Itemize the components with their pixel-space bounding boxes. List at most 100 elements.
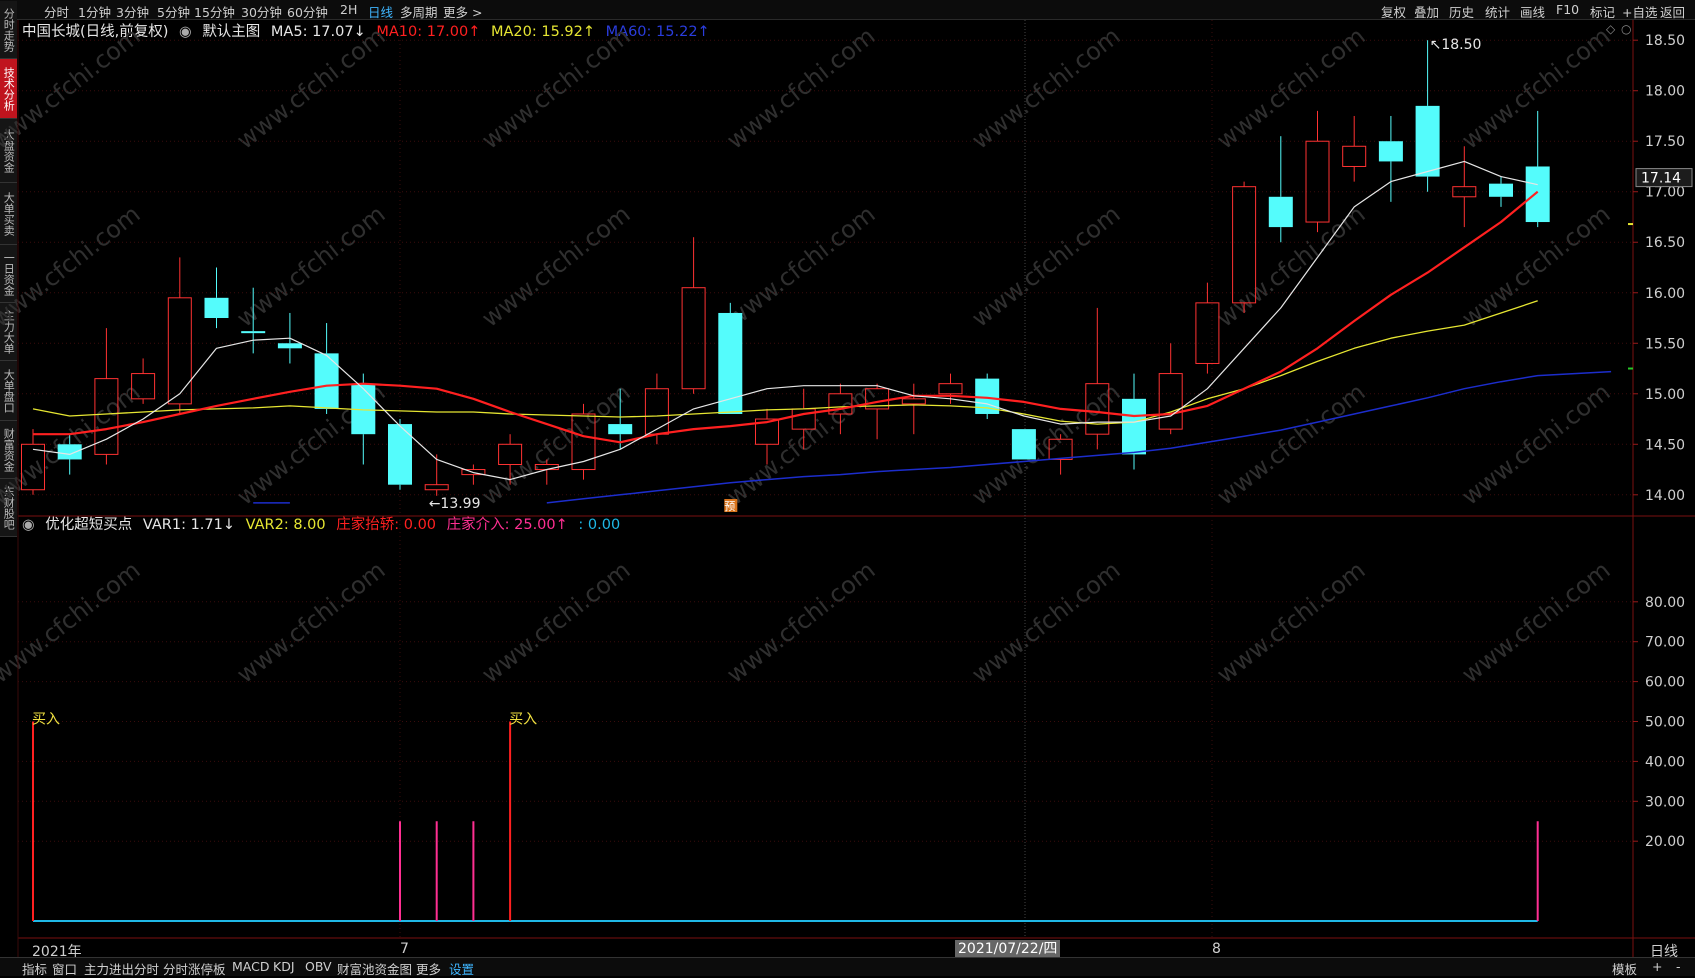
candle-body-down (1415, 105, 1440, 177)
watermark-text: www.cfchi.com (721, 378, 880, 511)
watermark-text: www.cfchi.com (476, 200, 635, 333)
indicator-tab-4[interactable]: MACD (232, 959, 269, 974)
indicator-tab-3[interactable]: 分时涨停板 (163, 959, 226, 978)
candle-body-down (1268, 196, 1293, 228)
candle-body-down (1122, 398, 1146, 455)
bottom-right-item-2[interactable]: - (1676, 959, 1681, 974)
indicator-tab-8[interactable]: 更多 (416, 959, 441, 978)
pre-marker-label: 预 (724, 500, 735, 513)
candle (901, 383, 926, 435)
candle (1195, 282, 1220, 374)
candle-body-down (608, 424, 633, 435)
candle-body-down (1011, 429, 1036, 460)
candle (167, 257, 192, 414)
candle (718, 302, 743, 414)
chart-canvas[interactable]: www.cfchi.com www.cfchi.com www.cfchi.com w… (0, 0, 1695, 975)
candle (1525, 110, 1550, 228)
buy-signal-label: 买入 (509, 712, 537, 728)
buy-signal-label: 买入 (32, 712, 60, 728)
candle-body-up (424, 484, 449, 491)
candle-body-up (644, 388, 669, 435)
price-tick-label: 14.50 (1645, 437, 1685, 453)
watermark-text: www.cfchi.com (0, 556, 145, 689)
indicator-tick-label: 30.00 (1645, 794, 1685, 810)
candle-body-up (167, 297, 192, 405)
candle-body-down (1378, 141, 1403, 162)
candle (1305, 110, 1330, 233)
cursor-date: 2021/07/22/四 (955, 940, 1061, 958)
candle (1268, 136, 1293, 243)
candle-body-down (1525, 166, 1550, 223)
candle-body-up (1158, 373, 1183, 430)
candle-body-down (57, 444, 82, 460)
watermark-text: www.cfchi.com (0, 200, 145, 333)
watermark-text: www.cfchi.com (231, 22, 390, 155)
date-month-7: 7 (400, 941, 409, 957)
watermark-layer: www.cfchi.com www.cfchi.com www.cfchi.com w… (0, 22, 1615, 689)
indicator-tick-label: 60.00 (1645, 675, 1685, 691)
indicator-pane: 买入 买入 (32, 712, 1539, 922)
price-tick-label: 18.50 (1645, 33, 1685, 49)
candle (351, 373, 376, 465)
candle-body-down (1489, 183, 1513, 197)
watermark-text: www.cfchi.com (721, 200, 880, 333)
candle-body-up (681, 287, 706, 390)
indicator-tab-9[interactable]: 设置 (449, 959, 474, 978)
watermark-text: www.cfchi.com (966, 556, 1125, 689)
price-tick-label: 17.00 (1645, 185, 1685, 201)
watermark-text: www.cfchi.com (0, 22, 145, 155)
indicator-tab-1[interactable]: 窗口 (52, 959, 77, 978)
price-tick-label: 15.00 (1645, 387, 1685, 403)
watermark-text: www.cfchi.com (231, 556, 390, 689)
watermark-text: www.cfchi.com (721, 556, 880, 689)
candle (1342, 115, 1367, 182)
candle-body-up (1305, 140, 1330, 223)
candle (1158, 343, 1183, 435)
candle-body-down (277, 343, 302, 349)
watermark-text: www.cfchi.com (476, 22, 635, 155)
candle (1011, 429, 1036, 460)
price-tick-label: 18.00 (1645, 84, 1685, 100)
candle (1452, 146, 1477, 228)
watermark-text: www.cfchi.com (966, 22, 1125, 155)
low-price-label: ←13.99 (429, 496, 481, 512)
candle (314, 323, 339, 414)
candle-body-up (901, 398, 926, 405)
indicator-tab-2[interactable]: 主力进出分时 (84, 959, 159, 978)
price-tick-label: 16.50 (1645, 235, 1685, 251)
watermark-text: www.cfchi.com (1211, 22, 1370, 155)
candle-body-down (241, 331, 266, 334)
candle-body-down (314, 353, 339, 409)
price-tick-label: 15.50 (1645, 336, 1685, 352)
price-tick-label: 14.00 (1645, 488, 1685, 504)
date-month-8: 8 (1212, 941, 1221, 957)
current-price-label: 17.14 (1641, 171, 1681, 187)
indicator-tick-label: 50.00 (1645, 715, 1685, 731)
watermark-text: www.cfchi.com (721, 22, 880, 155)
watermark-text: www.cfchi.com (1211, 556, 1370, 689)
candle-body-down (204, 297, 229, 319)
indicator-tab-0[interactable]: 指标 (22, 959, 47, 978)
indicator-tick-label: 70.00 (1645, 635, 1685, 651)
candle (424, 454, 449, 496)
watermark-text: www.cfchi.com (1456, 378, 1615, 511)
candle (681, 237, 706, 394)
indicator-tick-label: 20.00 (1645, 834, 1685, 850)
indicator-tab-5[interactable]: KDJ (273, 959, 295, 974)
candle (1489, 176, 1513, 207)
watermark-text: www.cfchi.com (1456, 556, 1615, 689)
price-tick-label: 16.00 (1645, 286, 1685, 302)
indicator-tab-7[interactable]: 财富池资金图 (337, 959, 412, 978)
ma60-line (546, 370, 1612, 504)
indicator-tick-label: 40.00 (1645, 754, 1685, 770)
watermark-text: www.cfchi.com (476, 556, 635, 689)
indicator-tab-6[interactable]: OBV (305, 959, 332, 974)
price-tick-label: 17.50 (1645, 134, 1685, 150)
watermark-text: www.cfchi.com (966, 200, 1125, 333)
candle-body-up (1452, 186, 1477, 198)
indicator-toolbar: 指标 窗口 主力进出分时 分时涨停板 MACD KDJ OBV 财富池资金图 更多 设置 模板 + - (0, 957, 1695, 978)
candle-body-up (938, 383, 963, 395)
bottom-right-item-1[interactable]: + (1652, 959, 1662, 974)
watermark-text: www.cfchi.com (231, 200, 390, 333)
bottom-right-item-0[interactable]: 模板 (1612, 959, 1637, 978)
